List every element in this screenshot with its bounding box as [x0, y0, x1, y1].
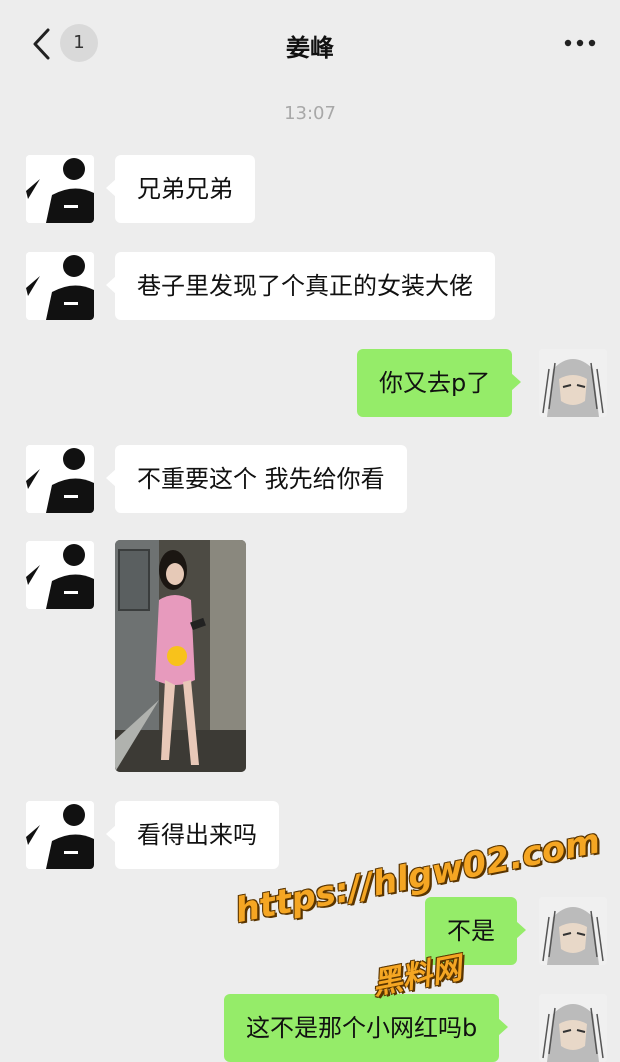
contact-avatar[interactable]: [26, 155, 94, 223]
message-bubble-received[interactable]: 巷子里发现了个真正的女装大佬: [106, 252, 495, 320]
contact-avatar[interactable]: [26, 252, 94, 320]
my-avatar[interactable]: [539, 897, 607, 965]
image-message[interactable]: [115, 540, 246, 772]
message-timestamp: 13:07: [284, 103, 336, 124]
message-bubble-sent[interactable]: 这不是那个小网红吗b: [224, 994, 509, 1062]
contact-avatar[interactable]: [26, 541, 94, 609]
message-bubble-received[interactable]: 兄弟兄弟: [106, 155, 255, 223]
contact-avatar[interactable]: [26, 801, 94, 869]
chat-header: 1 姜峰: [0, 0, 620, 88]
ellipsis-icon[interactable]: [562, 28, 598, 58]
my-avatar[interactable]: [539, 994, 607, 1062]
my-avatar[interactable]: [539, 349, 607, 417]
contact-avatar[interactable]: [26, 445, 94, 513]
message-bubble-sent[interactable]: 你又去p了: [357, 349, 522, 417]
message-bubble-received[interactable]: 看得出来吗: [106, 801, 279, 869]
message-bubble-received[interactable]: 不重要这个 我先给你看: [106, 445, 407, 513]
chat-title: 姜峰: [286, 34, 334, 62]
